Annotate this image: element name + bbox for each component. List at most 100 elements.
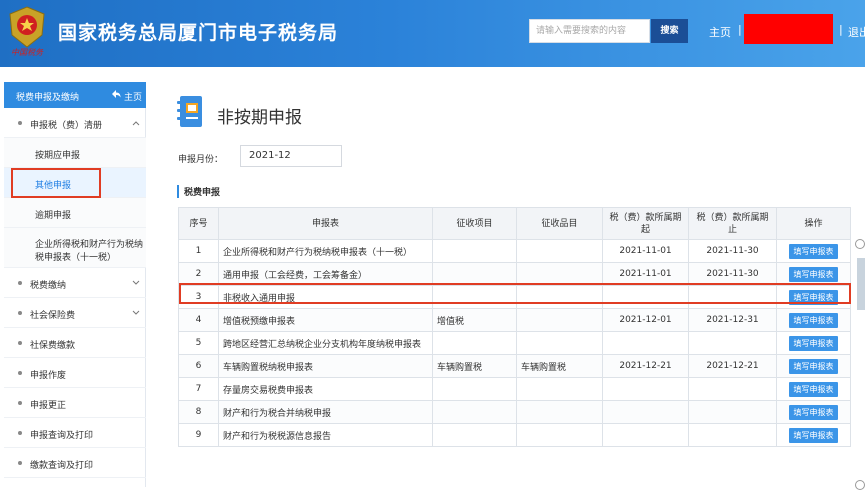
period-start xyxy=(602,400,689,424)
table-row: 4 增值税预缴申报表 增值税 2021-12-01 2021-12-31 填写申报表 xyxy=(178,308,851,332)
collection-sub-item xyxy=(516,239,603,263)
collection-sub-item xyxy=(516,377,603,401)
bullet-icon xyxy=(18,311,22,315)
month-field[interactable]: 2021-12 xyxy=(240,145,342,167)
collection-item: 车辆购置税 xyxy=(432,354,517,378)
row-number: 6 xyxy=(178,354,219,378)
sidebar-item-declaration-list[interactable]: 申报税（费）清册 xyxy=(4,108,146,138)
annotation-highlight-row xyxy=(179,283,851,304)
period-start xyxy=(602,423,689,447)
sidebar-sub-overdue[interactable]: 逾期申报 xyxy=(4,198,146,228)
action-cell: 填写申报表 xyxy=(776,308,851,332)
fill-form-button[interactable]: 填写申报表 xyxy=(789,358,838,374)
sidebar-sub-periodic[interactable]: 按期应申报 xyxy=(4,138,146,168)
column-header: 征收品目 xyxy=(516,207,603,240)
bullet-icon xyxy=(18,121,22,125)
sidebar-item-void[interactable]: 申报作废 xyxy=(4,358,146,388)
nav-separator: | xyxy=(738,23,742,36)
sidebar-item-correction[interactable]: 申报更正 xyxy=(4,388,146,418)
collection-item xyxy=(432,239,517,263)
form-name: 财产和行为税合并纳税申报 xyxy=(218,400,433,424)
sidebar-sub-label-line1: 企业所得税和财产行为税纳 xyxy=(35,240,144,250)
period-start xyxy=(602,331,689,355)
sidebar-item-query-print[interactable]: 申报查询及打印 xyxy=(4,418,146,448)
column-header: 征收项目 xyxy=(432,207,517,240)
action-cell: 填写申报表 xyxy=(776,377,851,401)
fill-form-button[interactable]: 填写申报表 xyxy=(789,266,838,282)
column-header: 申报表 xyxy=(218,207,433,240)
sidebar-title: 税费申报及缴纳 xyxy=(16,93,80,103)
sidebar-item-label: 社会保险费 xyxy=(30,311,76,321)
table-row: 1 企业所得税和财产行为税纳税申报表（十一税） 2021-11-01 2021-11-… xyxy=(178,239,851,263)
redacted-user-name xyxy=(744,14,833,44)
sidebar-item-tax-payment[interactable]: 税费缴纳 xyxy=(4,268,146,298)
scroll-down-icon[interactable] xyxy=(855,480,865,490)
sidebar-item-label: 社保费缴款 xyxy=(30,341,76,351)
period-end: 2021-12-21 xyxy=(688,354,777,378)
column-header: 操作 xyxy=(776,207,851,240)
site-title: 国家税务总局厦门市电子税务局 xyxy=(58,22,339,44)
collection-sub-item xyxy=(516,400,603,424)
logout-link[interactable]: 退出 xyxy=(848,24,865,40)
fill-form-button[interactable]: 填写申报表 xyxy=(789,427,838,443)
chevron-up-icon xyxy=(132,121,140,126)
annotation-highlight-box xyxy=(11,168,101,198)
search-button[interactable]: 搜索 xyxy=(651,19,688,43)
document-icon xyxy=(177,96,202,127)
home-link[interactable]: 主页 xyxy=(709,24,731,40)
month-label: 申报月份： xyxy=(178,155,224,165)
sidebar-item-social-payment[interactable]: 社保费缴款 xyxy=(4,328,146,358)
page-title: 非按期申报 xyxy=(217,108,302,128)
form-name: 存量房交易税费申报表 xyxy=(218,377,433,401)
collection-item xyxy=(432,423,517,447)
collection-item xyxy=(432,400,517,424)
row-number: 7 xyxy=(178,377,219,401)
action-cell: 填写申报表 xyxy=(776,331,851,355)
form-name: 财产和行为税税源信息报告 xyxy=(218,423,433,447)
nav-separator: | xyxy=(839,23,843,36)
fill-form-button[interactable]: 填写申报表 xyxy=(789,312,838,328)
row-number: 9 xyxy=(178,423,219,447)
logo-caption: 中国税务 xyxy=(11,48,43,57)
sidebar-item-payment-query[interactable]: 缴款查询及打印 xyxy=(4,448,146,478)
bullet-icon xyxy=(18,371,22,375)
bullet-icon xyxy=(18,461,22,465)
main-content: 非按期申报 申报月份： 2021-12 税费申报 序号 申报表 征收项目 征收品… xyxy=(165,82,865,487)
row-number: 4 xyxy=(178,308,219,332)
action-cell: 填写申报表 xyxy=(776,423,851,447)
top-header: 中国税务 国家税务总局厦门市电子税务局 请输入需要搜索的内容 搜索 主页 | |… xyxy=(0,0,865,67)
fill-form-button[interactable]: 填写申报表 xyxy=(789,404,838,420)
row-number: 1 xyxy=(178,239,219,263)
collection-sub-item xyxy=(516,423,603,447)
row-number: 5 xyxy=(178,331,219,355)
bullet-icon xyxy=(18,431,22,435)
collection-item: 增值税 xyxy=(432,308,517,332)
scroll-right-icon[interactable] xyxy=(855,239,865,249)
section-title: 税费申报 xyxy=(177,185,220,198)
tax-emblem-logo xyxy=(9,6,45,48)
period-end xyxy=(688,331,777,355)
period-start: 2021-11-01 xyxy=(602,239,689,263)
sidebar-item-label: 申报作废 xyxy=(30,371,67,381)
table-header-row: 序号 申报表 征收项目 征收品目 税（费）款所属期起 税（费）款所属期止 操作 xyxy=(178,207,851,240)
fill-form-button[interactable]: 填写申报表 xyxy=(789,243,838,259)
floating-side-panel[interactable] xyxy=(857,258,865,310)
sidebar-home-link[interactable]: 主页 xyxy=(124,90,142,103)
period-end xyxy=(688,423,777,447)
column-header: 序号 xyxy=(178,207,219,240)
search-input[interactable]: 请输入需要搜索的内容 xyxy=(529,19,650,43)
sidebar-item-social-insurance[interactable]: 社会保险费 xyxy=(4,298,146,328)
fill-form-button[interactable]: 填写申报表 xyxy=(789,335,838,351)
period-end xyxy=(688,377,777,401)
table-row: 7 存量房交易税费申报表 填写申报表 xyxy=(178,377,851,401)
sidebar-sub-eleven-tax[interactable]: 企业所得税和财产行为税纳 税申报表（十一税） xyxy=(4,228,146,268)
period-start: 2021-12-01 xyxy=(602,308,689,332)
column-header: 税（费）款所属期止 xyxy=(688,207,777,240)
column-header: 税（费）款所属期起 xyxy=(602,207,689,240)
sidebar-item-label: 缴款查询及打印 xyxy=(30,461,94,471)
period-end: 2021-12-31 xyxy=(688,308,777,332)
bullet-icon xyxy=(18,341,22,345)
fill-form-button[interactable]: 填写申报表 xyxy=(789,381,838,397)
chevron-down-icon xyxy=(132,310,140,315)
back-arrow-icon[interactable] xyxy=(110,88,122,100)
